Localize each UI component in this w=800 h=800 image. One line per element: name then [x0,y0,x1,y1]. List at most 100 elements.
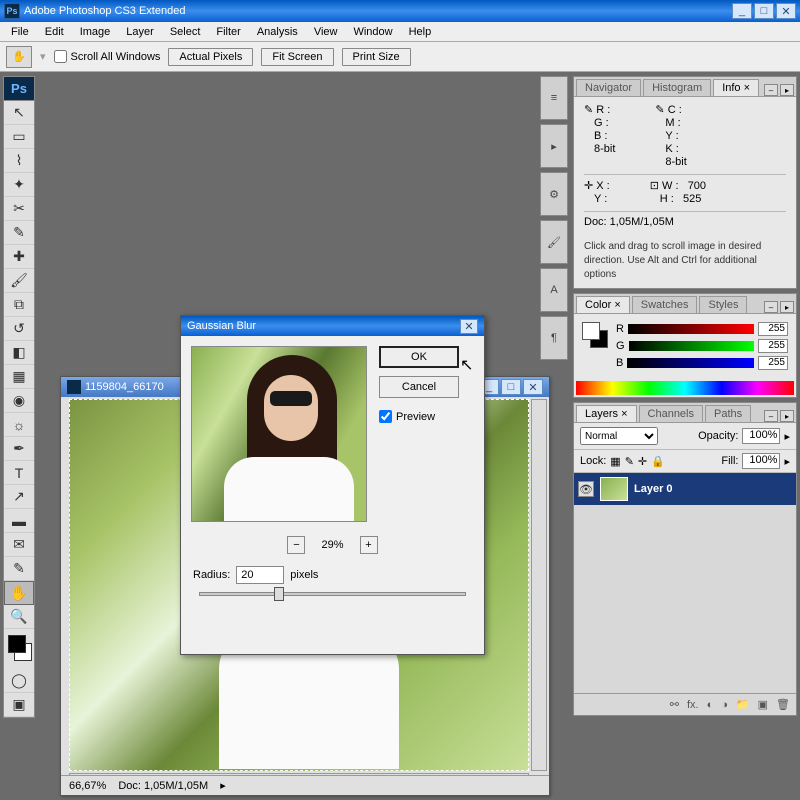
dialog-titlebar[interactable]: Gaussian Blur ✕ [181,316,484,336]
scroll-all-checkbox[interactable]: Scroll All Windows [54,50,161,63]
folder-icon[interactable]: 📁 [736,698,750,711]
preview-thumbnail[interactable] [191,346,367,522]
screenmode-tool[interactable]: ▣ [4,693,34,717]
eraser-tool[interactable]: ◧ [4,341,34,365]
stamp-tool[interactable]: ⧉ [4,293,34,317]
marquee-tool[interactable]: ▭ [4,125,34,149]
tab-channels[interactable]: Channels [639,405,703,422]
b-value[interactable]: 255 [758,356,788,370]
opacity-value[interactable]: 100% [742,428,780,444]
path-tool[interactable]: ↗ [4,485,34,509]
menu-select[interactable]: Select [163,24,208,40]
b-slider[interactable] [627,358,754,368]
close-button[interactable]: ✕ [776,3,796,19]
zoom-in-button[interactable]: + [360,536,378,554]
tab-swatches[interactable]: Swatches [632,296,698,313]
color-swatch[interactable] [4,629,34,669]
panel-min-icon[interactable]: – [764,84,778,96]
move-tool[interactable]: ↖ [4,101,34,125]
r-slider[interactable] [628,324,754,334]
type-tool[interactable]: T [4,461,34,485]
g-value[interactable]: 255 [758,339,788,353]
history-brush-tool[interactable]: ↺ [4,317,34,341]
quickmask-tool[interactable]: ◯ [4,669,34,693]
trash-icon[interactable]: 🗑 [776,698,790,711]
menu-window[interactable]: Window [346,24,399,40]
pen-tool[interactable]: ✒ [4,437,34,461]
doc-close[interactable]: ✕ [523,379,543,395]
panel-min-icon[interactable]: – [764,410,778,422]
cancel-button[interactable]: Cancel [379,376,459,398]
lock-pixels-icon[interactable]: ▦ [610,455,620,468]
blur-tool[interactable]: ◉ [4,389,34,413]
visibility-icon[interactable]: 👁 [578,481,594,497]
lasso-tool[interactable]: ⌇ [4,149,34,173]
menu-help[interactable]: Help [402,24,439,40]
panel-menu-icon[interactable]: ▸ [780,84,794,96]
radius-input[interactable] [236,566,284,584]
menu-analysis[interactable]: Analysis [250,24,305,40]
tab-color[interactable]: Color × [576,296,630,313]
zoom-out-button[interactable]: − [287,536,305,554]
color-spectrum[interactable] [576,381,794,395]
heal-tool[interactable]: ✚ [4,245,34,269]
hand-tool[interactable]: ✋ [4,581,34,605]
actual-pixels-button[interactable]: Actual Pixels [168,48,253,66]
menu-layer[interactable]: Layer [119,24,161,40]
scrollbar-vertical[interactable] [531,399,547,771]
tab-info[interactable]: Info × [713,79,759,96]
maximize-button[interactable]: □ [754,3,774,19]
wand-tool[interactable]: ✦ [4,173,34,197]
hand-tool-icon[interactable]: ✋ [6,46,32,68]
panel-menu-icon[interactable]: ▸ [780,301,794,313]
lock-all-icon[interactable]: 🔒 [651,455,665,468]
g-slider[interactable] [629,341,754,351]
fit-screen-button[interactable]: Fit Screen [261,48,333,66]
status-arrow-icon[interactable]: ▸ [220,779,226,792]
panel-menu-icon[interactable]: ▸ [780,410,794,422]
panel-min-icon[interactable]: – [764,301,778,313]
new-layer-icon[interactable]: ▣ [758,698,768,711]
lock-brush-icon[interactable]: ✎ [625,455,634,468]
layer-name[interactable]: Layer 0 [634,483,673,495]
eyedropper-tool[interactable]: ✎ [4,221,34,245]
radius-slider[interactable] [199,592,466,596]
link-icon[interactable]: ⚯ [670,698,679,711]
menu-image[interactable]: Image [73,24,118,40]
brush-tool[interactable]: 🖌 [4,269,34,293]
r-value[interactable]: 255 [758,322,788,336]
notes-tool[interactable]: ✉ [4,533,34,557]
dock-history-icon[interactable]: ≡ [540,76,568,120]
print-size-button[interactable]: Print Size [342,48,411,66]
adjustment-icon[interactable]: ◑ [721,699,728,711]
fx-icon[interactable]: fx. [687,699,699,711]
zoom-tool[interactable]: 🔍 [4,605,34,629]
menu-file[interactable]: File [4,24,36,40]
menu-edit[interactable]: Edit [38,24,71,40]
dodge-tool[interactable]: ☼ [4,413,34,437]
tab-layers[interactable]: Layers × [576,405,637,422]
tab-histogram[interactable]: Histogram [643,79,711,96]
layer-row[interactable]: 👁 Layer 0 [574,473,796,505]
dock-tool-icon[interactable]: ⚙ [540,172,568,216]
lock-move-icon[interactable]: ✛ [638,455,647,468]
zoom-level[interactable]: 66,67% [69,780,106,792]
crop-tool[interactable]: ✂ [4,197,34,221]
shape-tool[interactable]: ▬ [4,509,34,533]
gradient-tool[interactable]: ▦ [4,365,34,389]
tab-navigator[interactable]: Navigator [576,79,641,96]
dock-actions-icon[interactable]: ▸ [540,124,568,168]
minimize-button[interactable]: _ [732,3,752,19]
slider-thumb[interactable] [274,587,284,601]
fill-value[interactable]: 100% [742,453,780,469]
dialog-close-button[interactable]: ✕ [460,319,478,334]
color-swatch[interactable] [582,322,610,350]
menu-filter[interactable]: Filter [209,24,247,40]
dock-char-icon[interactable]: A [540,268,568,312]
dock-brush-icon[interactable]: 🖌 [540,220,568,264]
layer-thumbnail[interactable] [600,477,628,501]
mask-icon[interactable]: ◐ [707,699,714,711]
blend-mode-select[interactable]: Normal [580,427,658,445]
doc-maximize[interactable]: □ [501,379,521,395]
tab-paths[interactable]: Paths [705,405,751,422]
